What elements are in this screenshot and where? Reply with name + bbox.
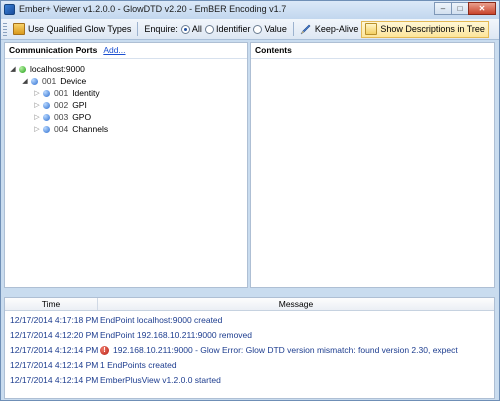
enquire-all-label[interactable]: All <box>192 24 202 34</box>
show-descriptions-label: Show Descriptions in Tree <box>380 24 485 34</box>
log-message: EndPoint localhost:9000 created <box>98 315 494 325</box>
pane-splitter[interactable] <box>4 289 495 296</box>
node-status-icon <box>43 125 50 133</box>
tree-node-number: 004 <box>54 124 69 134</box>
window-controls: – □ ✕ <box>434 2 496 15</box>
log-message-text: 1 EndPoints created <box>100 360 177 370</box>
descriptions-icon <box>365 23 378 35</box>
log-header: Time Message <box>5 298 494 311</box>
log-time: 12/17/2014 4:17:18 PM <box>10 315 99 325</box>
collapse-arrow-icon[interactable]: ▷ <box>33 113 41 121</box>
close-button[interactable]: ✕ <box>468 2 496 15</box>
communication-ports-header: Communication Ports Add... <box>5 43 247 57</box>
enquire-group: Enquire: All Identifier Value <box>141 21 289 38</box>
use-qualified-label: Use Qualified Glow Types <box>28 24 132 34</box>
tree-node-channels[interactable]: ▷ 004 Channels <box>33 123 108 135</box>
toolbar-grip-icon[interactable] <box>3 22 7 36</box>
keep-alive-button[interactable]: Keep-Alive <box>297 21 362 38</box>
communication-ports-title: Communication Ports <box>9 45 98 55</box>
tree-node-label: Identity <box>72 88 100 98</box>
connected-status-icon <box>19 65 26 73</box>
keep-alive-label: Keep-Alive <box>314 24 359 34</box>
log-row[interactable]: 12/17/2014 4:17:18 PM EndPoint localhost… <box>5 313 494 327</box>
collapse-arrow-icon[interactable]: ▷ <box>33 125 41 133</box>
expand-arrow-icon[interactable]: ◢ <box>21 77 29 85</box>
log-message: 1 EndPoints created <box>98 360 494 370</box>
contents-title: Contents <box>255 45 292 55</box>
tree-node-label: GPI <box>72 100 87 110</box>
time-column-header[interactable]: Time <box>5 298 98 310</box>
tree-node-label: Channels <box>72 124 109 134</box>
pen-icon <box>300 23 312 35</box>
error-icon: ! <box>100 345 109 355</box>
show-descriptions-button[interactable]: Show Descriptions in Tree <box>361 20 489 38</box>
app-icon <box>4 4 15 15</box>
collapse-arrow-icon[interactable]: ▷ <box>33 101 41 109</box>
log-message: EndPoint 192.168.10.211:9000 removed <box>98 330 494 340</box>
tree-node-gpi[interactable]: ▷ 002 GPI <box>33 99 87 111</box>
node-status-icon <box>43 89 50 97</box>
maximize-button[interactable]: □ <box>451 2 469 15</box>
log-message-text: EmberPlusView v1.2.0.0 started <box>100 375 221 385</box>
port-tree: ◢ localhost:9000 ◢ 001 Device ▷ 001 Iden… <box>5 58 247 288</box>
node-status-icon <box>43 113 50 121</box>
log-time: 12/17/2014 4:12:14 PM <box>10 345 99 355</box>
app-window: Ember+ Viewer v1.2.0.0 - GlowDTD v2.20 -… <box>0 0 500 401</box>
log-row[interactable]: 12/17/2014 4:12:14 PM 1 EndPoints create… <box>5 358 494 372</box>
tree-node-device[interactable]: ◢ 001 Device <box>21 75 86 87</box>
enquire-identifier-label[interactable]: Identifier <box>216 24 251 34</box>
tree-node-number: 002 <box>54 100 69 110</box>
enquire-identifier-radio[interactable] <box>204 24 214 34</box>
tree-node-identity[interactable]: ▷ 001 Identity <box>33 87 100 99</box>
enquire-value-label[interactable]: Value <box>264 24 286 34</box>
log-time: 12/17/2014 4:12:14 PM <box>10 375 99 385</box>
log-row[interactable]: 12/17/2014 4:12:14 PM ! 192.168.10.211:9… <box>5 343 494 357</box>
log-row[interactable]: 12/17/2014 4:12:20 PM EndPoint 192.168.1… <box>5 328 494 342</box>
tree-node-number: 001 <box>54 88 69 98</box>
toolbar-separator <box>137 22 139 36</box>
glow-types-icon <box>13 23 25 35</box>
log-message: EmberPlusView v1.2.0.0 started <box>98 375 494 385</box>
log-time: 12/17/2014 4:12:14 PM <box>10 360 99 370</box>
toolbar: Use Qualified Glow Types Enquire: All Id… <box>1 19 499 40</box>
message-column-header[interactable]: Message <box>98 298 494 310</box>
use-qualified-button[interactable]: Use Qualified Glow Types <box>10 21 134 38</box>
toolbar-separator <box>292 22 294 36</box>
minimize-button[interactable]: – <box>434 2 452 15</box>
tree-node-label: localhost:9000 <box>30 64 85 74</box>
log-message-text: 192.168.10.211:9000 - Glow Error: Glow D… <box>113 345 458 355</box>
title-bar[interactable]: Ember+ Viewer v1.2.0.0 - GlowDTD v2.20 -… <box>1 1 499 19</box>
enquire-all-radio[interactable] <box>180 24 190 34</box>
tree-node-gpo[interactable]: ▷ 003 GPO <box>33 111 91 123</box>
expand-arrow-icon[interactable]: ◢ <box>9 65 17 73</box>
node-status-icon <box>31 77 38 85</box>
log-row[interactable]: 12/17/2014 4:12:14 PM EmberPlusView v1.2… <box>5 373 494 387</box>
node-status-icon <box>43 101 50 109</box>
tree-node-number: 001 <box>42 76 57 86</box>
communication-ports-pane: Communication Ports Add... ◢ localhost:9… <box>4 42 248 288</box>
tree-node-localhost[interactable]: ◢ localhost:9000 <box>9 63 85 75</box>
contents-header: Contents <box>251 43 494 57</box>
contents-area <box>251 58 494 288</box>
tree-node-label: Device <box>60 76 87 86</box>
tree-node-number: 003 <box>54 112 69 122</box>
log-list: Time Message 12/17/2014 4:17:18 PM EndPo… <box>4 297 495 399</box>
log-message-text: EndPoint 192.168.10.211:9000 removed <box>100 330 253 340</box>
log-message-text: EndPoint localhost:9000 created <box>100 315 223 325</box>
tree-node-label: GPO <box>72 112 92 122</box>
enquire-value-radio[interactable] <box>253 24 263 34</box>
enquire-label: Enquire: <box>144 24 178 34</box>
window-title: Ember+ Viewer v1.2.0.0 - GlowDTD v2.20 -… <box>19 4 287 14</box>
contents-pane: Contents <box>250 42 495 288</box>
add-port-link[interactable]: Add... <box>103 45 125 55</box>
log-time: 12/17/2014 4:12:20 PM <box>10 330 99 340</box>
collapse-arrow-icon[interactable]: ▷ <box>33 89 41 97</box>
log-message: ! 192.168.10.211:9000 - Glow Error: Glow… <box>98 345 494 355</box>
